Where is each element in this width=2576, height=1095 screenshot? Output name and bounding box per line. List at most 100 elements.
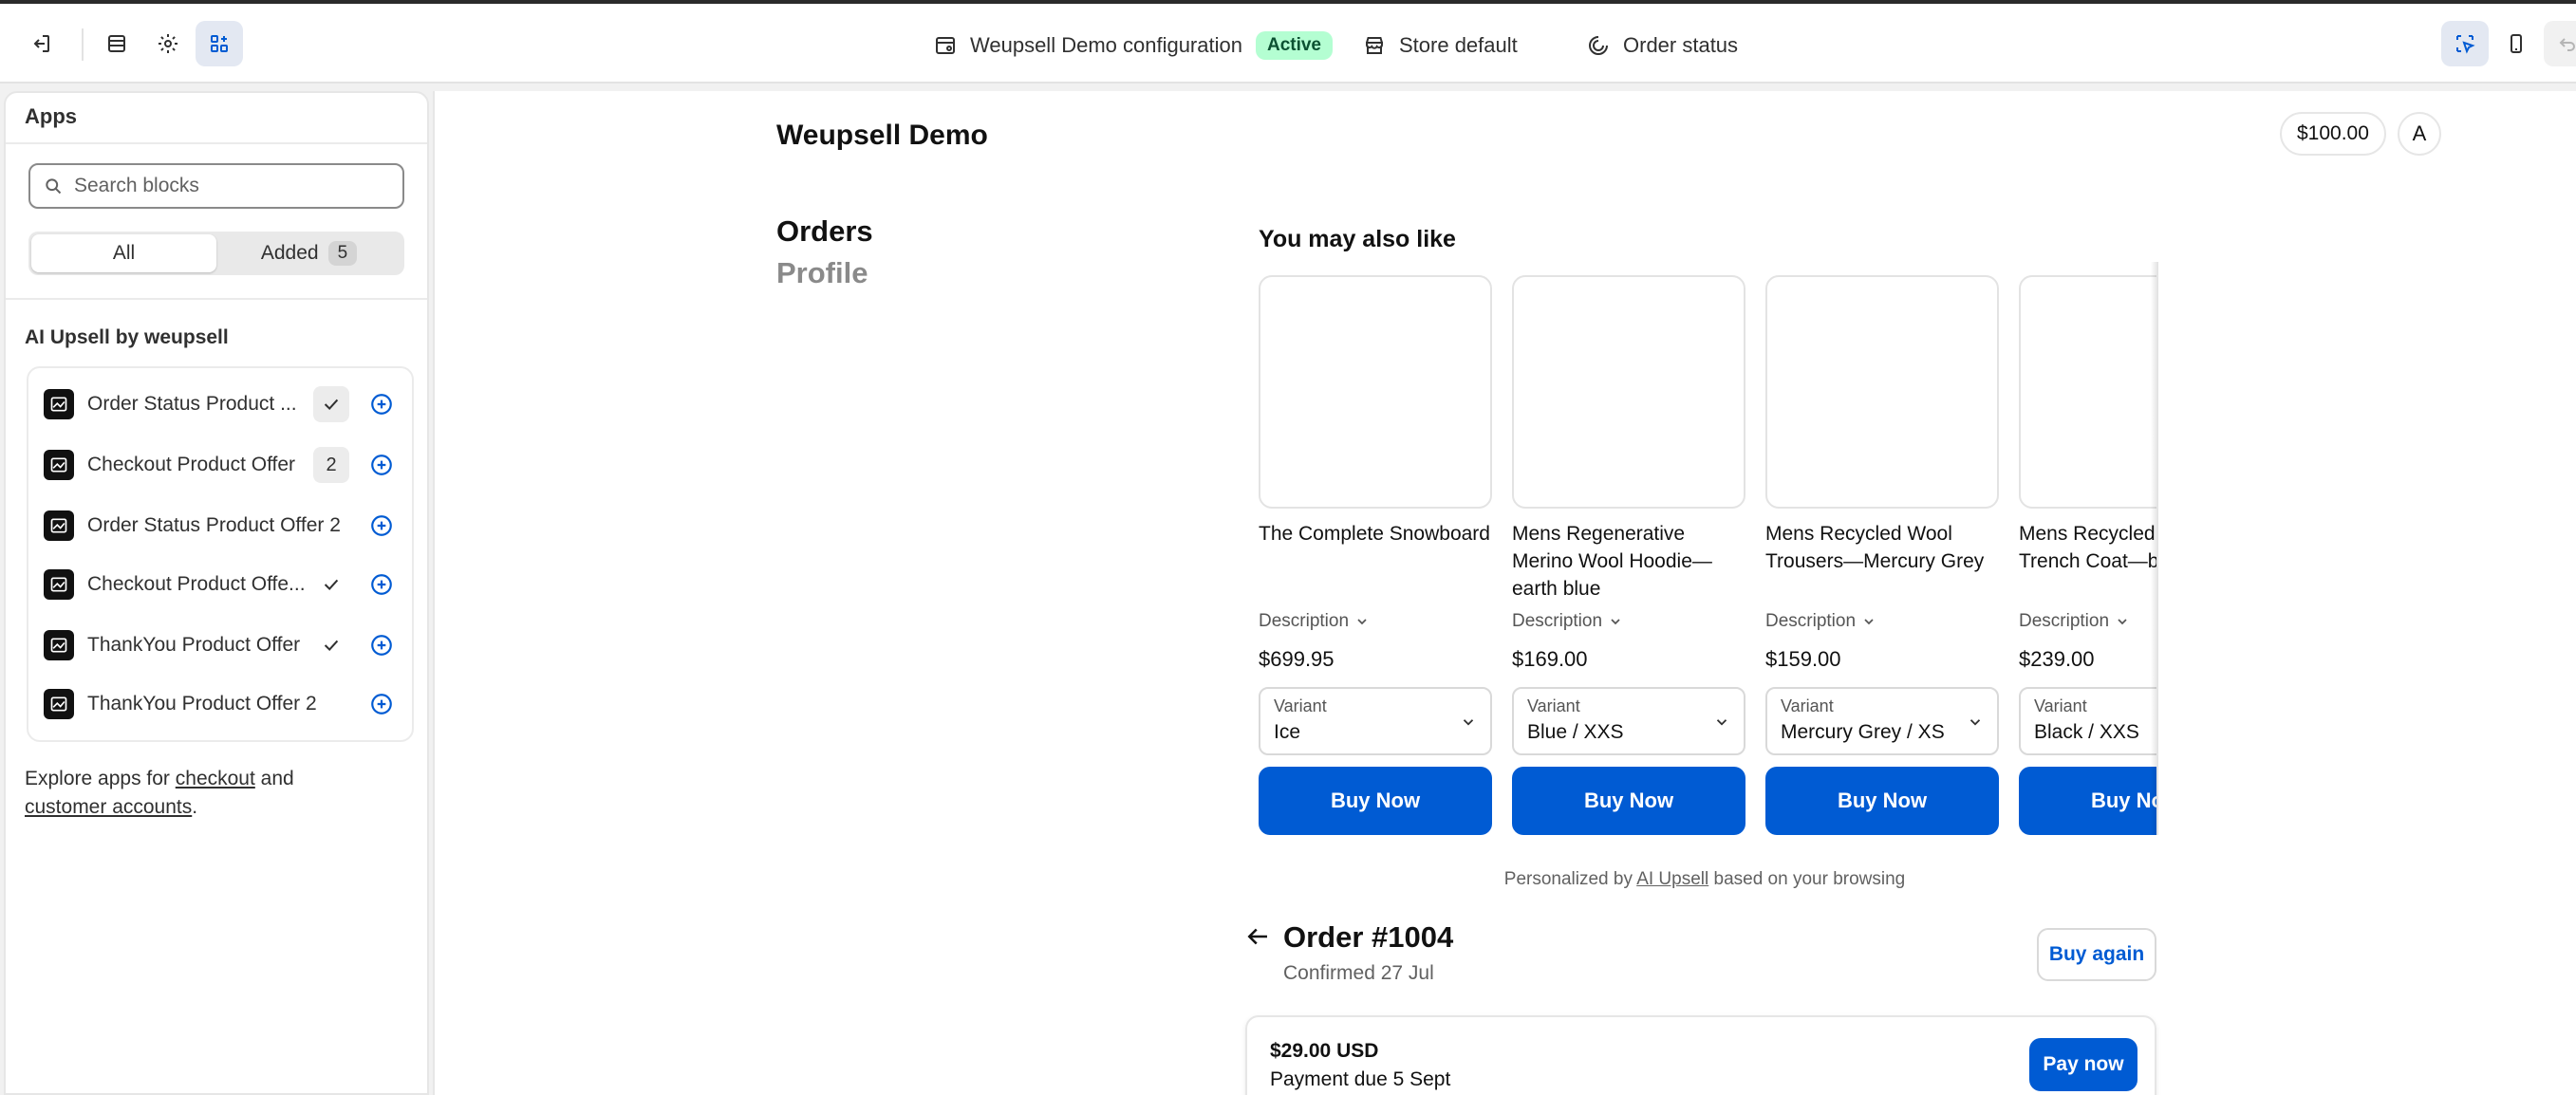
variant-select[interactable]: Variant Ice [1259,687,1492,755]
product-title[interactable]: Mens Regenerative Merino Wool Hoodie—ear… [1512,520,1745,603]
add-block-button[interactable] [365,629,398,661]
app-block-row[interactable]: Order Status Product Offer 2 [28,497,412,554]
pay-now-button[interactable]: Pay now [2029,1038,2137,1091]
app-block-row[interactable]: Checkout Product Offe... [28,556,412,613]
nav-profile-link[interactable]: Profile [776,256,868,290]
search-placeholder: Search blocks [74,175,199,196]
product-price: $239.00 [2019,647,2095,671]
add-block-button[interactable] [365,388,398,420]
order-title: Order #1004 [1283,920,1454,954]
exit-button[interactable] [17,21,65,66]
panel-title: Apps [25,104,77,128]
add-block-button[interactable] [365,510,398,542]
filter-added-tab[interactable]: Added 5 [216,234,401,272]
variant-select[interactable]: Variant Blue / XXS [1512,687,1745,755]
variant-label: Variant [1781,696,1834,715]
added-check-icon [313,566,349,603]
personalized-prefix: Personalized by [1503,869,1637,889]
app-logo-icon [44,569,74,600]
plus-circle-icon [371,635,392,656]
apps-icon [211,35,228,52]
product-title[interactable]: The Complete Snowboard [1259,520,1492,548]
shop-name[interactable]: Weupsell Demo [776,120,988,152]
app-block-name: ThankYou Product Offer 2 [87,693,317,715]
app-section-title: AI Upsell by weupsell [25,326,229,348]
variant-select[interactable]: Variant Mercury Grey / XS [1765,687,1999,755]
chevron-down-icon [1713,714,1730,731]
plus-circle-icon [371,515,392,536]
product-image[interactable] [1512,275,1745,509]
product-image[interactable] [1259,275,1492,509]
balance-pill[interactable]: $100.00 [2280,112,2386,156]
plus-circle-icon [371,574,392,595]
sections-button[interactable] [93,21,140,66]
variant-label: Variant [1527,696,1580,715]
app-block-name: Order Status Product Offer 2 [87,514,341,536]
app-logo-icon [44,510,74,541]
device-preview-button[interactable] [2492,21,2540,66]
chevron-down-icon [1608,614,1623,629]
configuration-selector[interactable]: Weupsell Demo configuration Active [934,30,1333,61]
description-toggle[interactable]: Description [1765,611,1876,632]
description-toggle[interactable]: Description [1259,611,1370,632]
product-title[interactable]: Mens Recycled Wool Trousers—Mercury Grey [1765,520,1999,575]
app-block-row[interactable]: ThankYou Product Offer [28,617,412,674]
description-toggle[interactable]: Description [1512,611,1623,632]
variant-select[interactable]: Variant Black / XXS [2019,687,2156,755]
variant-value: Mercury Grey / XS [1781,721,1945,743]
added-count-badge: 5 [327,241,358,266]
ai-upsell-link[interactable]: AI Upsell [1636,869,1708,889]
add-block-button[interactable] [365,688,398,720]
store-selector[interactable]: Store default [1363,30,1518,61]
buy-now-button[interactable]: Buy Now [1259,767,1492,835]
app-logo-icon [44,630,74,660]
variant-value: Ice [1274,721,1301,743]
add-block-button[interactable] [365,568,398,601]
carousel-scroll-edge [2151,262,2158,835]
filter-all-tab[interactable]: All [31,234,216,272]
page-selector[interactable]: Order status [1587,30,1738,61]
buy-now-button[interactable]: Buy Now [2019,767,2156,835]
buy-again-button[interactable]: Buy again [2037,928,2156,981]
nav-orders-link[interactable]: Orders [776,214,873,249]
back-button[interactable] [1243,922,1272,951]
app-logo-icon [44,389,74,419]
product-title[interactable]: Mens Recycled Wool Trench Coat—black [2019,520,2156,575]
select-cursor-icon [2456,35,2475,54]
description-label: Description [1259,611,1350,631]
product-card: Mens Recycled Wool Trench Coat—black Des… [2019,275,2156,835]
configuration-icon [934,34,957,57]
settings-button[interactable] [144,21,192,66]
editor-topbar: Weupsell Demo configuration Active Store… [0,4,2576,84]
filter-segmented-control: All Added 5 [28,232,404,275]
search-input[interactable]: Search blocks [28,163,404,209]
app-block-row[interactable]: Order Status Product ... [28,376,412,433]
app-block-row[interactable]: ThankYou Product Offer 2 [28,676,412,733]
apps-button[interactable] [196,21,243,66]
variant-value: Blue / XXS [1527,721,1624,743]
buy-now-button[interactable]: Buy Now [1512,767,1745,835]
buy-now-button[interactable]: Buy Now [1765,767,1999,835]
explore-apps-text: Explore apps for checkout and customer a… [25,765,414,822]
app-block-name: Checkout Product Offe... [87,573,306,595]
sections-icon [108,35,125,52]
description-toggle[interactable]: Description [2019,611,2130,632]
avatar[interactable]: A [2398,112,2441,156]
explore-suffix: . [192,796,198,818]
exit-icon [33,35,49,52]
customer-accounts-link[interactable]: customer accounts [25,796,192,818]
checkout-link[interactable]: checkout [176,768,255,789]
inspector-button[interactable] [2441,21,2489,66]
add-block-button[interactable] [365,449,398,481]
product-image[interactable] [2019,275,2156,509]
description-label: Description [1512,611,1603,631]
store-icon [1363,34,1386,57]
mobile-icon [2511,34,2522,53]
plus-circle-icon [371,394,392,415]
app-block-row[interactable]: Checkout Product Offer 2 [28,436,412,493]
payment-card: $29.00 USD Payment due 5 Sept Pay now [1245,1015,2156,1095]
toolbar-divider [82,28,84,61]
product-image[interactable] [1765,275,1999,509]
added-check-icon [313,627,349,663]
undo-button[interactable] [2544,21,2576,66]
